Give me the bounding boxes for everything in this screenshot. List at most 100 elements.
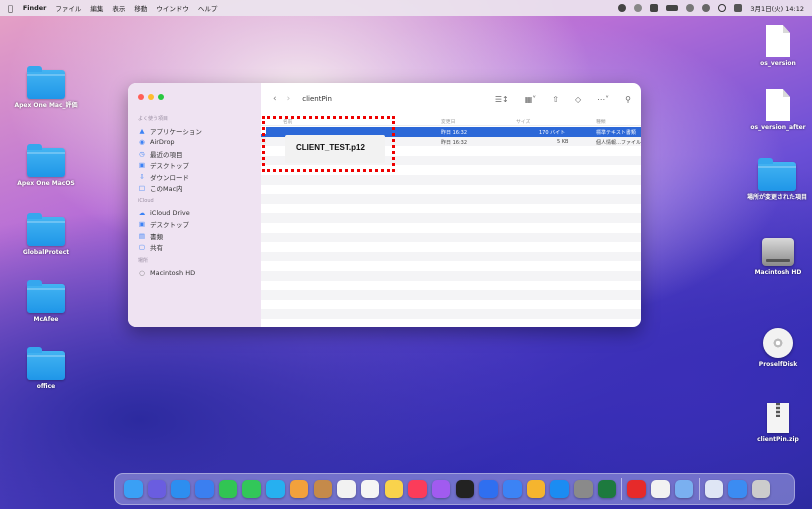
sidebar-item-this-mac[interactable]: □ このMac内 — [138, 183, 261, 195]
dock-app-icon[interactable] — [242, 479, 261, 499]
sidebar-item-icloud-drive[interactable]: ☁ iCloud Drive — [138, 207, 261, 219]
sidebar-item-shared[interactable]: ▢ 共有 — [138, 242, 261, 254]
clock-icon[interactable] — [702, 4, 711, 12]
sidebar-item-desktop[interactable]: ▣ デスクトップ — [138, 160, 261, 172]
forward-icon[interactable]: › — [287, 94, 291, 104]
empty-row — [261, 232, 641, 243]
search-icon[interactable] — [718, 4, 727, 12]
column-date[interactable]: 変更日 — [441, 118, 455, 125]
dock-app-icon[interactable] — [651, 479, 670, 499]
status-area: 3月1日(火) 14:12 — [610, 0, 804, 16]
desktop-folder[interactable]: McAfee — [1, 280, 91, 324]
sidebar-item-label: iCloud Drive — [150, 208, 190, 217]
folder-icon — [758, 158, 796, 191]
dock-app-icon[interactable] — [597, 479, 617, 499]
dock-app-icon[interactable] — [147, 479, 167, 499]
more-icon[interactable]: ⋯˅ — [597, 95, 609, 104]
column-size[interactable]: サイズ — [516, 118, 530, 125]
dock-app-icon[interactable] — [728, 479, 747, 499]
desktop-file[interactable]: os_version_after — [733, 89, 812, 132]
dock-app-icon[interactable] — [360, 479, 380, 499]
dock-app-icon[interactable] — [124, 479, 143, 499]
back-icon[interactable]: ‹ — [273, 94, 277, 104]
close-button[interactable] — [138, 94, 144, 100]
tag-icon[interactable]: ◇ — [575, 95, 581, 104]
dock-app-icon[interactable] — [431, 479, 451, 499]
empty-row — [261, 223, 641, 233]
desktop-file[interactable]: os_version — [733, 25, 812, 68]
dock-app-icon[interactable] — [550, 479, 569, 499]
dock-app-icon[interactable] — [479, 479, 498, 499]
menu-help[interactable]: ヘルプ — [198, 3, 218, 13]
desktop-item-label: Macintosh HD — [754, 269, 802, 276]
sidebar-item-icloud-desktop[interactable]: ▣ デスクトップ — [138, 219, 261, 231]
desktop-folder[interactable]: office — [1, 347, 91, 391]
desktop-disk[interactable]: ProselfDisk — [733, 328, 812, 369]
sidebar-item-macintosh-hd[interactable]: ○ Macintosh HD — [138, 267, 261, 279]
menu-file[interactable]: ファイル — [55, 3, 81, 13]
sidebar-item-documents[interactable]: ▤ 書類 — [138, 230, 261, 242]
view-list-icon[interactable]: ☰↕ — [495, 95, 509, 104]
empty-row — [261, 204, 641, 214]
menu-go[interactable]: 移動 — [134, 3, 147, 13]
minimize-button[interactable] — [148, 94, 154, 100]
dock-app-icon[interactable] — [408, 479, 427, 499]
empty-row — [261, 270, 641, 281]
dock-app-icon[interactable] — [503, 479, 522, 499]
desktop-file[interactable]: clientPin.zip — [733, 403, 812, 444]
desktop-item-label: 場所が変更された項目 — [746, 194, 807, 201]
share-icon[interactable]: ⇧ — [552, 95, 559, 104]
menu-window[interactable]: ウインドウ — [156, 3, 189, 13]
dock-app-icon[interactable] — [574, 479, 593, 499]
dock-app-icon[interactable] — [289, 479, 309, 499]
desktop-disk[interactable]: Macintosh HD — [733, 238, 812, 277]
desktop-folder[interactable]: Apex One MacOS — [1, 144, 91, 188]
control-center-icon[interactable] — [734, 4, 743, 12]
group-icon[interactable]: ▦˅ — [525, 95, 537, 104]
desktop-folder[interactable]: 場所が変更された項目 — [732, 158, 812, 202]
hard-drive-icon — [762, 238, 794, 266]
dock-app-icon[interactable] — [627, 479, 646, 499]
search-icon[interactable]: ⚲ — [625, 95, 631, 104]
desktop-folder[interactable]: Apex One Mac_評価 — [1, 66, 91, 110]
empty-row — [261, 300, 641, 310]
folder-icon — [27, 213, 65, 246]
dock-app-icon[interactable] — [751, 479, 771, 499]
wifi-icon[interactable] — [686, 4, 695, 12]
dock-app-icon[interactable] — [455, 479, 475, 499]
dock-app-icon[interactable] — [195, 479, 214, 499]
sidebar-item-label: デスクトップ — [150, 221, 189, 230]
file-kind: 標準テキスト書類 — [596, 130, 636, 136]
sidebar-item-recents[interactable]: ◷ 最近の項目 — [138, 148, 261, 160]
hard-drive-icon: ○ — [139, 268, 145, 277]
dock-app-icon[interactable] — [313, 479, 332, 499]
sidebar-item-downloads[interactable]: ⇩ ダウンロード — [138, 171, 261, 183]
apple-icon[interactable]:  — [8, 4, 13, 13]
dock-app-icon[interactable] — [526, 479, 546, 499]
dock-app-icon[interactable] — [218, 479, 238, 499]
sidebar-item-airdrop[interactable]: ◉ AirDrop — [138, 137, 261, 149]
status-app-icon[interactable] — [650, 4, 659, 12]
menu-view[interactable]: 表示 — [112, 3, 125, 13]
menu-edit[interactable]: 編集 — [90, 3, 103, 13]
dock-app-icon[interactable] — [337, 479, 356, 499]
dock-app-icon[interactable] — [674, 479, 694, 499]
folder-icon — [27, 66, 65, 99]
menu-app-name[interactable]: Finder — [23, 4, 47, 12]
dock-separator — [621, 478, 623, 500]
battery-icon[interactable] — [666, 5, 679, 11]
desktop-folder[interactable]: GlobalProtect — [1, 213, 91, 257]
empty-row — [261, 194, 641, 204]
sidebar-item-applications[interactable]: ▲ アプリケーション — [138, 125, 261, 137]
dock-app-icon[interactable] — [266, 479, 285, 499]
status-app-icon[interactable] — [634, 4, 643, 12]
status-app-icon[interactable] — [618, 4, 627, 12]
menu-clock[interactable]: 3月1日(火) 14:12 — [750, 3, 804, 13]
zoom-button[interactable] — [158, 94, 164, 100]
dock-app-icon[interactable] — [704, 479, 723, 499]
column-kind[interactable]: 種類 — [596, 118, 606, 125]
dock-app-icon[interactable] — [171, 479, 190, 499]
empty-row — [261, 185, 641, 195]
applications-icon: ▲ — [139, 126, 145, 135]
dock-app-icon[interactable] — [384, 479, 404, 499]
